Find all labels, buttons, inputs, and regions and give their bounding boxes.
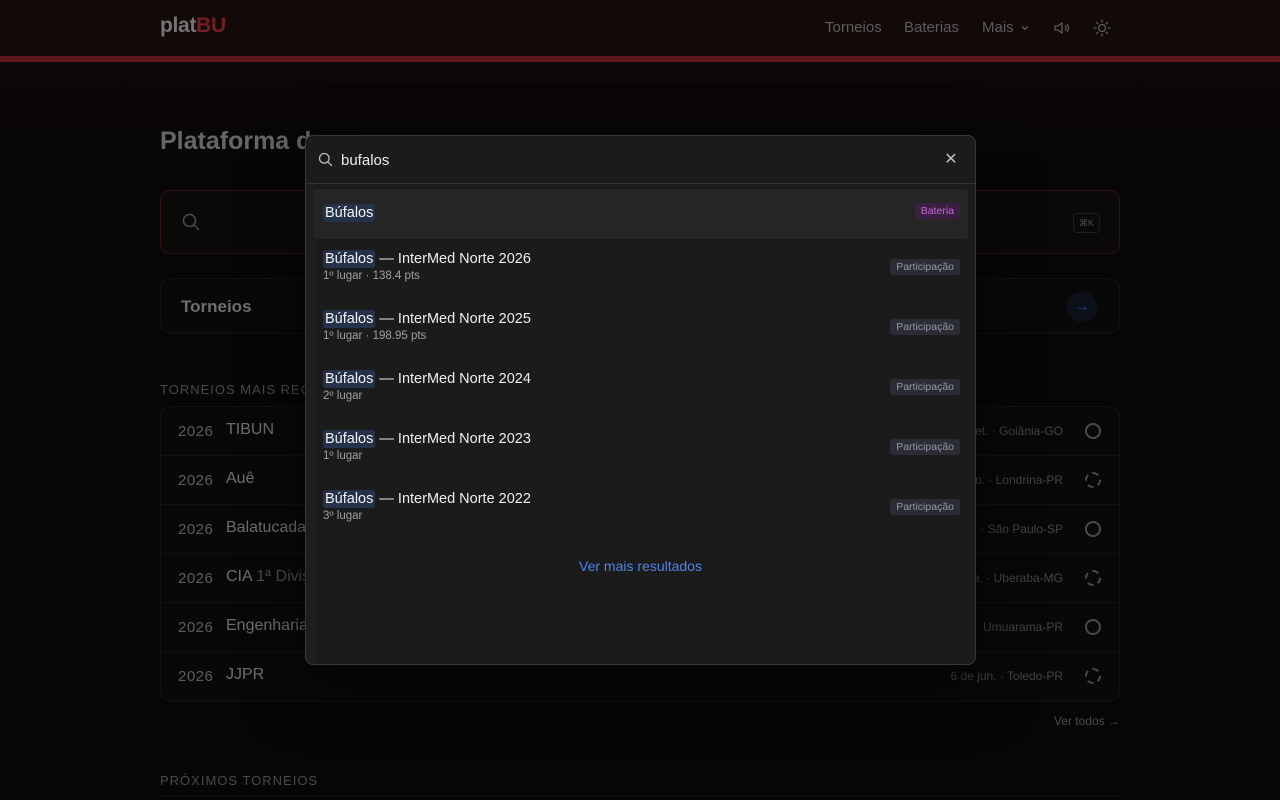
close-icon[interactable]: ✕ (942, 151, 960, 169)
result-title: Búfalos (323, 204, 376, 222)
result-subtitle: 1º lugar (323, 450, 363, 462)
result-badge: Participação (890, 319, 960, 335)
scrollbar[interactable] (306, 185, 314, 664)
result-highlight: Búfalos (323, 370, 376, 388)
result-title-rest: — InterMed Norte 2025 (375, 311, 531, 327)
result-badge: Participação (890, 379, 960, 395)
result-badge: Bateria (914, 203, 960, 219)
result-title-rest: — InterMed Norte 2026 (375, 251, 531, 267)
search-icon (318, 152, 333, 167)
result-title: Búfalos — InterMed Norte 2026 (323, 250, 531, 268)
result-highlight: Búfalos (323, 490, 376, 508)
result-item[interactable]: Búfalos — InterMed Norte 2025 1º lugar ·… (314, 304, 968, 354)
result-item[interactable]: Búfalos — InterMed Norte 2026 1º lugar ·… (314, 244, 968, 294)
result-highlight: Búfalos (323, 250, 376, 268)
result-badge: Participação (890, 259, 960, 275)
result-highlight: Búfalos (323, 430, 376, 448)
result-title: Búfalos — InterMed Norte 2025 (323, 310, 531, 328)
result-badge: Participação (890, 499, 960, 515)
result-title-rest: — InterMed Norte 2024 (375, 371, 531, 387)
result-subtitle: 2º lugar (323, 390, 363, 402)
result-title: Búfalos — InterMed Norte 2023 (323, 430, 531, 448)
result-item[interactable]: Búfalos — InterMed Norte 2023 1º lugar P… (314, 424, 968, 474)
result-title-rest: — InterMed Norte 2022 (375, 491, 531, 507)
more-results-link[interactable]: Ver mais resultados (306, 558, 975, 574)
search-input[interactable] (341, 148, 921, 172)
result-item[interactable]: Búfalos Bateria (314, 189, 968, 239)
result-badge: Participação (890, 439, 960, 455)
result-highlight: Búfalos (323, 310, 376, 328)
result-title: Búfalos — InterMed Norte 2022 (323, 490, 531, 508)
result-title: Búfalos — InterMed Norte 2024 (323, 370, 531, 388)
modal-search-bar: ✕ (306, 136, 975, 184)
result-subtitle: 1º lugar · 198.95 pts (323, 330, 427, 342)
search-modal: ✕ Búfalos Bateria Búfalos — InterMed Nor… (305, 135, 976, 665)
result-subtitle: 3º lugar (323, 510, 363, 522)
result-item[interactable]: Búfalos — InterMed Norte 2024 2º lugar P… (314, 364, 968, 414)
result-title-rest: — InterMed Norte 2023 (375, 431, 531, 447)
result-subtitle: 1º lugar · 138.4 pts (323, 270, 420, 282)
result-highlight: Búfalos (323, 204, 376, 222)
result-item[interactable]: Búfalos — InterMed Norte 2022 3º lugar P… (314, 484, 968, 534)
